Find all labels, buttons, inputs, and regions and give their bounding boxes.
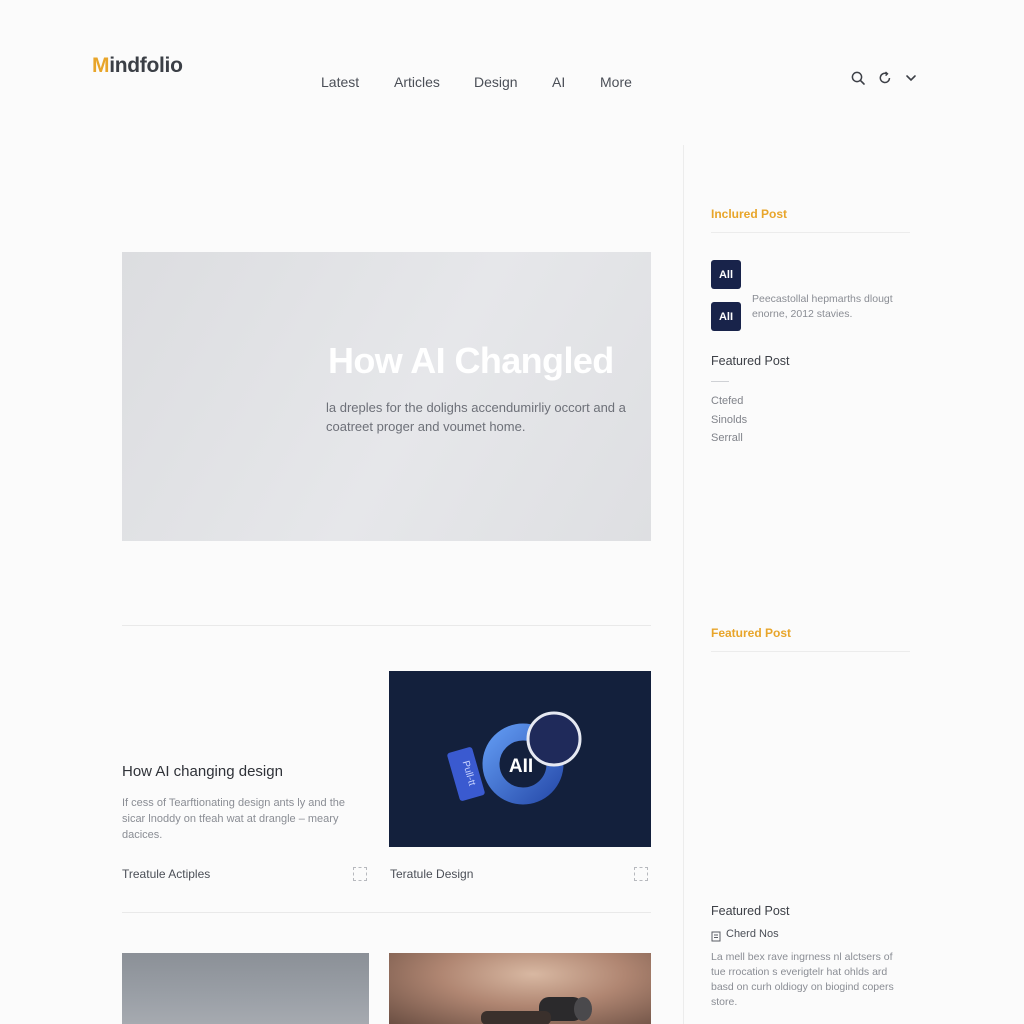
- sidebar-heading: Featured Post: [711, 626, 792, 640]
- sidebar-divider: [711, 651, 910, 652]
- ai-illustration[interactable]: Pull-tt AII: [389, 671, 651, 847]
- sidebar-heading: Featured Post: [711, 904, 790, 918]
- sidebar-accent-line: [711, 381, 729, 382]
- device-graphic: [481, 997, 592, 1024]
- nav-more[interactable]: More: [600, 74, 632, 90]
- sidebar-item-label: Cherd Nos: [726, 928, 779, 940]
- nav-latest[interactable]: Latest: [321, 74, 359, 90]
- bookmark-icon[interactable]: [634, 867, 648, 881]
- article-category[interactable]: Teratule Design: [390, 867, 473, 881]
- sidebar-heading: Inclured Post: [711, 207, 788, 221]
- sidebar-link[interactable]: Sinolds: [711, 414, 747, 426]
- sidebar-heading: Featured Post: [711, 354, 790, 368]
- search-icon[interactable]: [850, 70, 866, 86]
- logo-mark: M: [92, 54, 110, 77]
- article-description: If cess of Tearftionating design ants ly…: [122, 797, 345, 841]
- ai-badge-text: AII: [509, 756, 533, 777]
- chevron-down-icon[interactable]: [903, 70, 919, 86]
- document-icon: [711, 929, 721, 941]
- article-category[interactable]: Treatule Actiples: [122, 867, 210, 881]
- section-divider: [122, 912, 651, 913]
- bookmark-icon[interactable]: [353, 867, 367, 881]
- sidebar-badge[interactable]: All: [711, 260, 741, 289]
- section-divider: [122, 625, 651, 626]
- article-thumbnail[interactable]: [122, 953, 369, 1024]
- hero-card[interactable]: [122, 252, 651, 541]
- sidebar-text: La mell bex rave ingrness nl alctsers of…: [711, 951, 894, 1008]
- sidebar-link[interactable]: Serrall: [711, 432, 743, 444]
- sidebar-divider: [711, 232, 910, 233]
- column-divider: [683, 145, 684, 1024]
- sidebar-text: Peecastollal hepmarths dlougt enorne, 20…: [752, 293, 893, 320]
- article-title[interactable]: How AI changing design: [122, 763, 283, 780]
- hero-title[interactable]: How AI Changled: [328, 340, 614, 382]
- nav-articles[interactable]: Articles: [394, 74, 440, 90]
- sidebar-link[interactable]: Ctefed: [711, 395, 743, 407]
- nav-design[interactable]: Design: [474, 74, 518, 90]
- article-thumbnail[interactable]: [389, 953, 651, 1024]
- brand-logo[interactable]: Mindfolio: [92, 54, 183, 78]
- sidebar-item[interactable]: Cherd Nos: [711, 928, 779, 941]
- sidebar-badge[interactable]: AlI: [711, 302, 741, 331]
- nav-ai[interactable]: AI: [552, 74, 565, 90]
- hero-description: la dreples for the dolighs accendumirliy…: [326, 400, 626, 434]
- logo-text: indfolio: [109, 54, 183, 77]
- refresh-icon[interactable]: [877, 70, 893, 86]
- ai-illustration-graphic: Pull-tt AII: [447, 711, 582, 805]
